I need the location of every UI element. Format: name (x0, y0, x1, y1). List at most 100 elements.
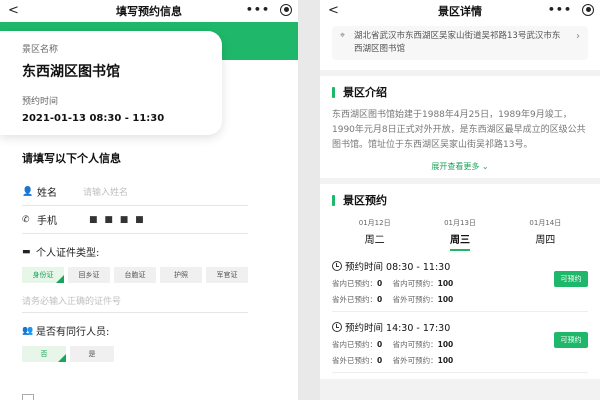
expand-more-label: 展开查看更多 (431, 162, 480, 171)
page-title: 填写预约信息 (116, 5, 182, 18)
companion-section: 👥 是否有同行人员: (22, 323, 248, 339)
id-number-input[interactable]: 请务必输入正确的证件号 (22, 289, 248, 313)
stat-value: 0 (377, 279, 383, 288)
expand-more-link[interactable]: 展开查看更多 ⌄ (332, 161, 588, 172)
date-tab-weekday: 周四 (535, 235, 556, 246)
back-icon[interactable]: < (328, 3, 339, 18)
date-tab-date: 01月12日 (358, 219, 391, 227)
stat-value: 100 (437, 340, 454, 349)
more-icon[interactable]: ••• (548, 3, 572, 16)
slot-time-text: 预约时间 08:30 - 11:30 (345, 262, 451, 273)
id-type-label: 个人证件类型: (36, 248, 100, 259)
chevron-right-icon: › (576, 31, 580, 42)
intro-section: 景区介绍 东西湖区图书馆始建于1988年4月25日，1989年9月竣工，1990… (320, 76, 600, 178)
booking-summary-card: 景区名称 东西湖区图书馆 预约时间 2021-01-13 08:30 - 11:… (0, 31, 222, 135)
time-label: 预约时间 (22, 97, 59, 107)
time-slot: 预约时间 14:30 - 17:30 省内已预约：0 省内可预约：100 省外已… (332, 312, 588, 373)
companion-option-no[interactable]: 否 (22, 346, 66, 362)
people-icon: 👥 (22, 325, 34, 336)
slot-time-text: 预约时间 14:30 - 17:30 (345, 323, 451, 334)
venue-name: 东西湖区图书馆 (22, 64, 120, 80)
close-miniprogram-icon[interactable] (280, 3, 292, 16)
book-button[interactable]: 可预约 (554, 332, 588, 348)
stat-label: 省内已预约： (332, 340, 377, 349)
location-pin-icon: ⌖ (340, 31, 346, 41)
slot-in-province: 省内已预约：0 省内可预约：100 (332, 339, 588, 350)
top-nav-bar: < 景区详情 ••• (320, 0, 600, 22)
stat-label: 省外可预约： (392, 295, 438, 304)
personal-info-form: 请填写以下个人信息 👤 姓名 请输入姓名 ✆ 手机 ■ ■ ■ ■ ▬ 个人证件… (22, 150, 248, 362)
stat-value: 100 (437, 356, 454, 365)
form-title: 请填写以下个人信息 (22, 152, 121, 165)
section-accent-bar (332, 86, 335, 98)
booking-title-text: 景区预约 (343, 194, 387, 207)
capsule-menu: ••• (246, 3, 292, 16)
id-type-option[interactable]: 护照 (160, 267, 202, 283)
companion-options: 否 是 (22, 346, 248, 362)
name-label: 姓名 (37, 188, 57, 199)
stat-value: 0 (377, 340, 383, 349)
intro-title-text: 景区介绍 (343, 86, 387, 99)
id-type-option[interactable]: 身份证 (22, 267, 64, 283)
address-row[interactable]: ⌖ 湖北省武汉市东西湖区吴家山街道吴祁路13号武汉市东西湖区图书馆 › (332, 26, 588, 60)
date-tab-weekday: 周二 (364, 235, 385, 246)
agreement-checkbox[interactable] (22, 394, 34, 400)
stat-value: 0 (377, 356, 383, 365)
slot-out-province: 省外已预约：0 省外可预约：100 (332, 294, 588, 305)
id-card-icon: ▬ (22, 246, 31, 257)
venue-label: 景区名称 (22, 45, 59, 55)
venue-detail-screen: < 景区详情 ••• ⌖ 湖北省武汉市东西湖区吴家山街道吴祁路13号武汉市东西湖… (320, 0, 600, 400)
clock-icon (332, 322, 342, 332)
phone-input[interactable]: ■ ■ ■ ■ (89, 215, 146, 225)
slot-time: 预约时间 08:30 - 11:30 (332, 259, 588, 273)
date-tab-date: 01月13日 (444, 219, 476, 227)
booking-title: 景区预约 (332, 192, 588, 208)
book-button[interactable]: 可预约 (554, 271, 588, 287)
date-tab[interactable]: 01月12日 周二 (332, 218, 417, 251)
stat-label: 省外已预约： (332, 356, 377, 365)
stat-label: 省内可预约： (392, 279, 438, 288)
stat-label: 省内可预约： (392, 340, 438, 349)
phone-icon: ✆ (22, 214, 30, 225)
address-card: ⌖ 湖北省武汉市东西湖区吴家山街道吴祁路13号武汉市东西湖区图书馆 › (320, 22, 600, 70)
capsule-menu: ••• (548, 3, 594, 16)
intro-text: 东西湖区图书馆始建于1988年4月25日，1989年9月竣工，1990年元月8日… (332, 110, 586, 150)
stat-label: 省外已预约： (332, 295, 377, 304)
phone-row[interactable]: ✆ 手机 ■ ■ ■ ■ (22, 206, 248, 234)
booking-form-screen: < 填写预约信息 ••• 景区名称 东西湖区图书馆 预约时间 2021-01-1… (0, 0, 298, 400)
id-type-option[interactable]: 台胞证 (114, 267, 156, 283)
page-title: 景区详情 (438, 5, 482, 18)
name-row[interactable]: 👤 姓名 请输入姓名 (22, 178, 248, 206)
time-slot: 预约时间 08:30 - 11:30 省内已预约：0 省内可预约：100 省外已… (332, 251, 588, 312)
chevron-down-icon: ⌄ (481, 162, 489, 171)
top-nav-bar: < 填写预约信息 ••• (0, 0, 298, 22)
date-tabs: 01月12日 周二 01月13日 周三 01月14日 周四 (332, 218, 588, 251)
section-accent-bar (332, 194, 335, 206)
booking-section: 景区预约 01月12日 周二 01月13日 周三 01月14日 周四 预约时间 … (320, 184, 600, 379)
stat-value: 100 (437, 295, 454, 304)
stat-value: 0 (377, 295, 383, 304)
back-icon[interactable]: < (8, 3, 19, 18)
person-icon: 👤 (22, 186, 34, 197)
id-type-option[interactable]: 军官证 (206, 267, 248, 283)
clock-icon (332, 261, 342, 271)
address-text: 湖北省武汉市东西湖区吴家山街道吴祁路13号武汉市东西湖区图书馆 (354, 31, 561, 54)
id-type-options: 身份证 回乡证 台胞证 护照 军官证 (22, 267, 248, 283)
companion-label: 是否有同行人员: (36, 327, 110, 338)
date-tab-selected[interactable]: 01月13日 周三 (417, 218, 502, 251)
time-value: 2021-01-13 08:30 - 11:30 (22, 113, 165, 124)
companion-option-yes[interactable]: 是 (70, 346, 114, 362)
more-icon[interactable]: ••• (246, 3, 270, 16)
id-type-option[interactable]: 回乡证 (68, 267, 110, 283)
id-type-section: ▬ 个人证件类型: (22, 244, 248, 260)
slot-out-province: 省外已预约：0 省外可预约：100 (332, 355, 588, 366)
date-tab-date: 01月14日 (529, 219, 562, 227)
phone-label: 手机 (37, 216, 57, 227)
date-tab-weekday: 周三 (449, 231, 470, 251)
slot-in-province: 省内已预约：0 省内可预约：100 (332, 278, 588, 289)
intro-title: 景区介绍 (332, 84, 588, 100)
name-input[interactable]: 请输入姓名 (83, 185, 128, 198)
date-tab[interactable]: 01月14日 周四 (503, 218, 588, 251)
close-miniprogram-icon[interactable] (582, 3, 594, 16)
stat-value: 100 (437, 279, 454, 288)
